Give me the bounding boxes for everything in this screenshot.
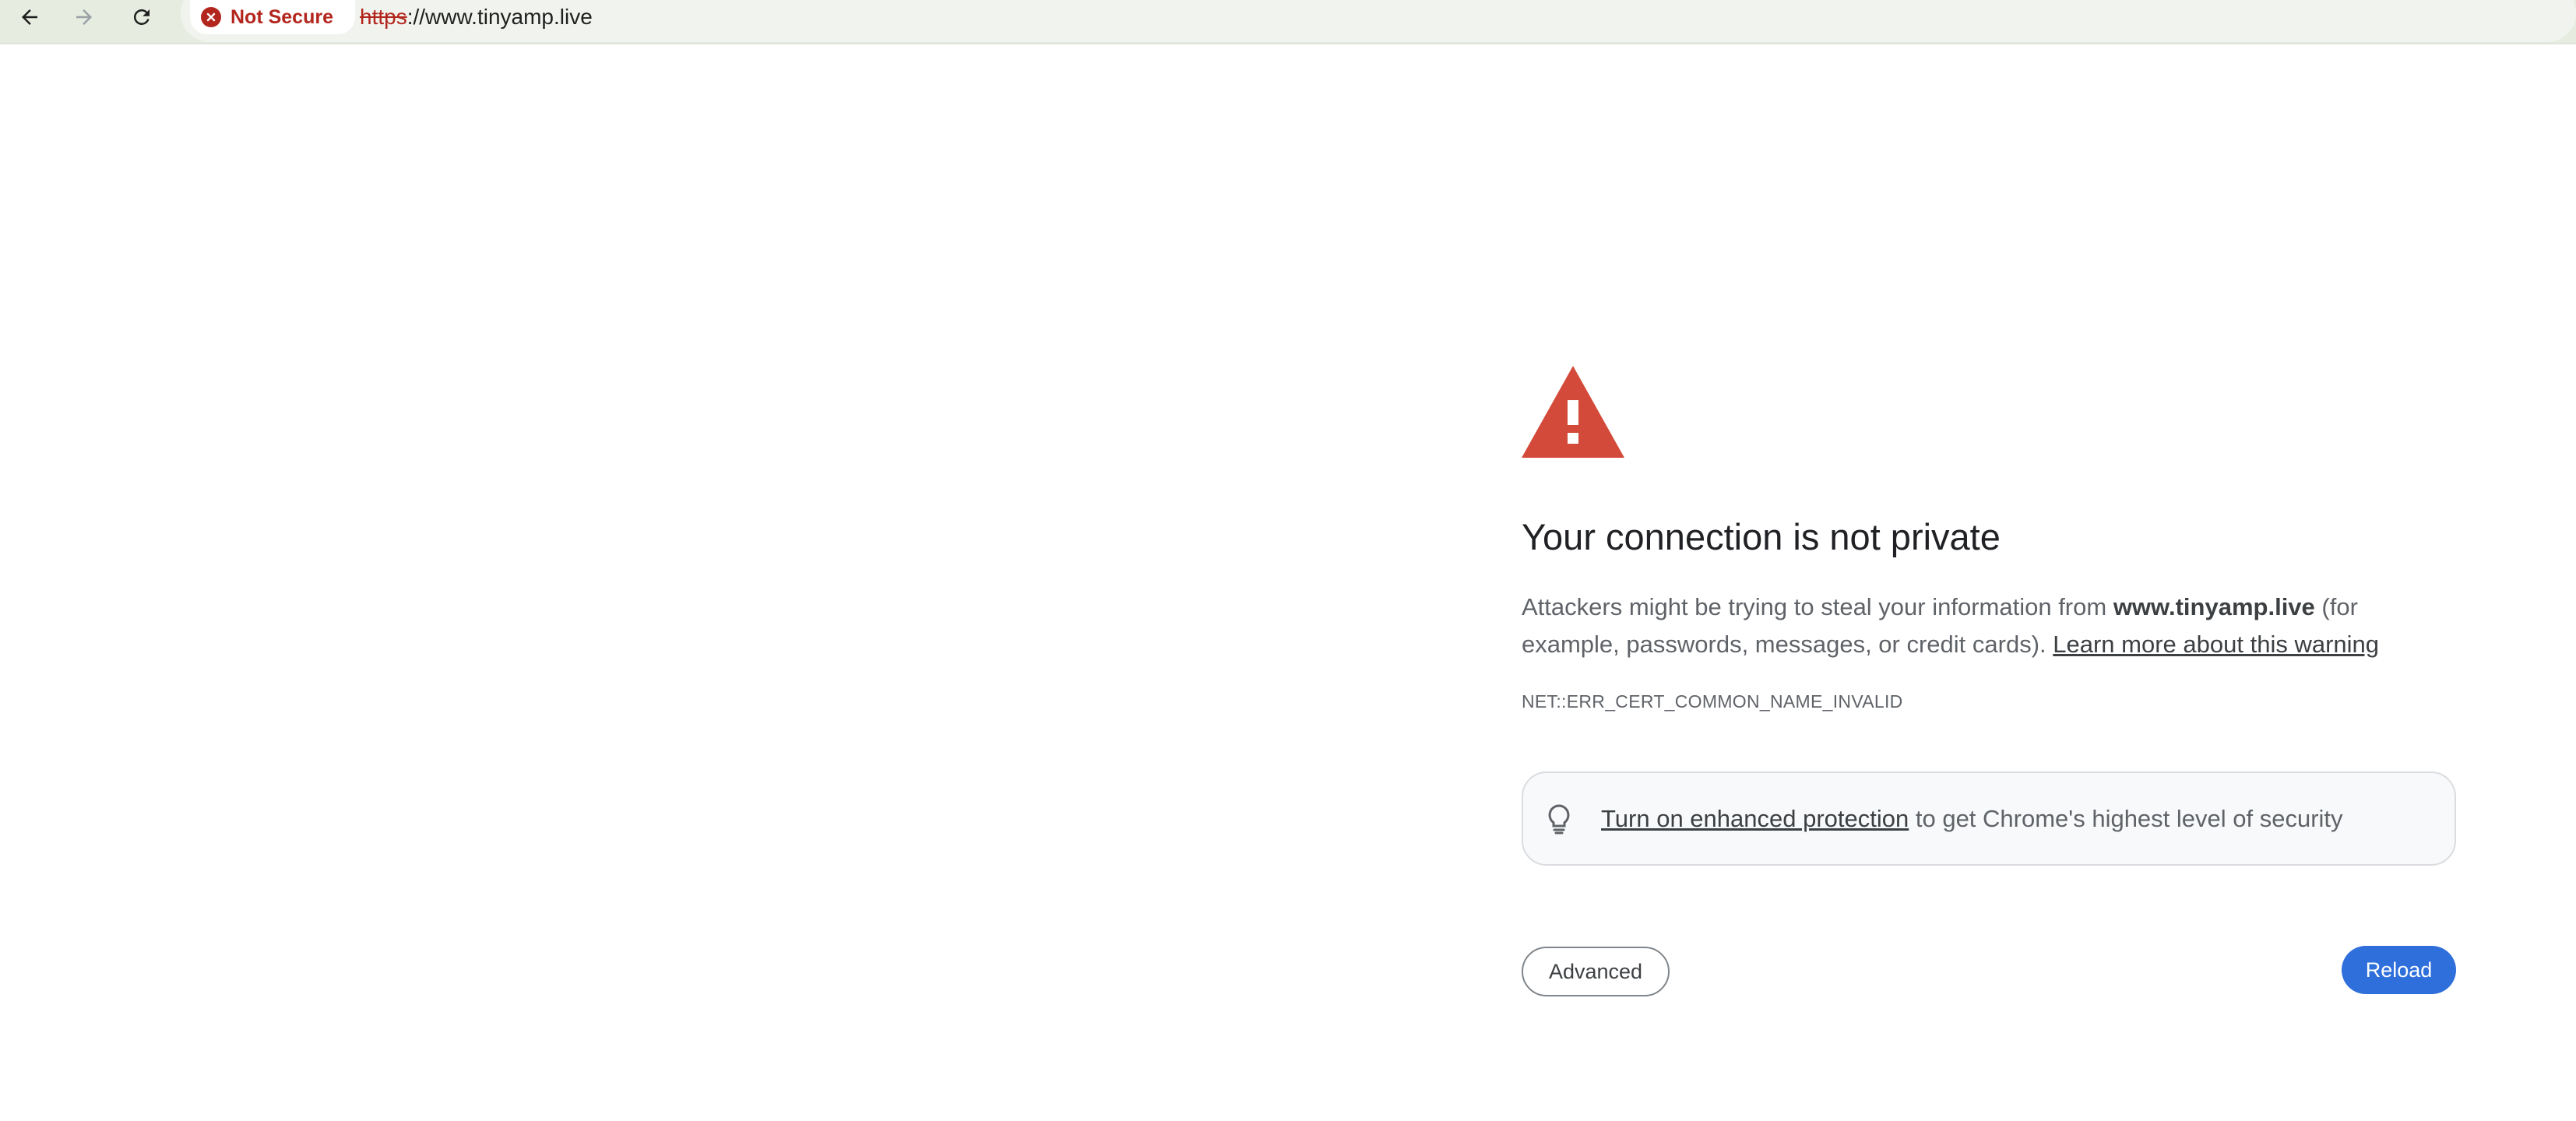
arrow-left-icon [22, 9, 37, 25]
lightbulb-icon [1548, 803, 1570, 834]
protection-suffix: to get Chrome's highest level of securit… [1909, 804, 2343, 832]
advanced-button[interactable]: Advanced [1522, 947, 1670, 996]
warning-description: Attackers might be trying to steal your … [1522, 589, 2456, 663]
refresh-icon [133, 9, 150, 25]
reload-button[interactable]: Reload [2342, 946, 2456, 994]
not-secure-label: Not Secure [231, 5, 333, 28]
protection-text: Turn on enhanced protection to get Chrom… [1601, 805, 2343, 833]
warning-triangle-icon [1522, 366, 1624, 458]
desc-domain: www.tinyamp.live [2113, 593, 2315, 620]
browser-toolbar: Not Secure https://www.tinyamp.live [0, 0, 2576, 44]
desc-text: Attackers might be trying to steal your … [1522, 593, 2113, 620]
error-code: NET::ERR_CERT_COMMON_NAME_INVALID [1522, 691, 1903, 712]
page-title: Your connection is not private [1522, 516, 2001, 557]
back-button[interactable] [8, 0, 51, 34]
enhanced-protection-box: Turn on enhanced protection to get Chrom… [1522, 771, 2456, 866]
url-host: ://www.tinyamp.live [406, 5, 593, 29]
forward-button[interactable] [62, 0, 106, 34]
url-text[interactable]: https://www.tinyamp.live [360, 2, 593, 33]
learn-more-link[interactable]: Learn more about this warning [2053, 631, 2379, 658]
reload-page-button[interactable] [120, 0, 164, 34]
url-scheme: https [360, 5, 407, 29]
site-info-chip[interactable]: Not Secure [190, 0, 355, 34]
error-circle-icon [201, 7, 221, 27]
arrow-right-icon [76, 9, 92, 25]
enhanced-protection-link[interactable]: Turn on enhanced protection [1601, 805, 1909, 832]
